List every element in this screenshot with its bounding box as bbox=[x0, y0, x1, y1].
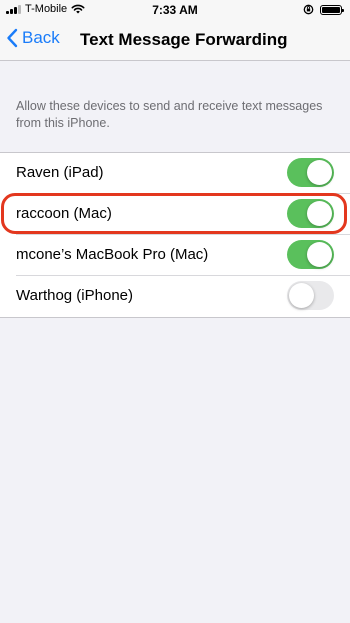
forwarding-toggle-mcone-macbook[interactable] bbox=[287, 240, 334, 269]
toggle-knob bbox=[307, 201, 332, 226]
list-item-warthog: Warthog (iPhone) bbox=[0, 276, 350, 317]
orientation-lock-icon bbox=[303, 4, 314, 15]
forwarding-toggle-warthog[interactable] bbox=[287, 281, 334, 310]
device-label: raccoon (Mac) bbox=[16, 205, 112, 222]
list-item-raven: Raven (iPad) bbox=[0, 153, 350, 194]
clock: 7:33 AM bbox=[152, 3, 198, 17]
forwarding-toggle-raccoon[interactable] bbox=[287, 199, 334, 228]
chevron-left-icon bbox=[7, 28, 18, 48]
page-title: Text Message Forwarding bbox=[80, 30, 288, 49]
toggle-knob bbox=[289, 283, 314, 308]
forwarding-toggle-raven[interactable] bbox=[287, 158, 334, 187]
list-item-raccoon: raccoon (Mac) bbox=[0, 194, 350, 235]
status-right bbox=[303, 4, 344, 15]
device-label: Warthog (iPhone) bbox=[16, 287, 133, 304]
toggle-knob bbox=[307, 160, 332, 185]
status-bar: T-Mobile 7:33 AM bbox=[0, 0, 350, 20]
back-button[interactable]: Back bbox=[6, 28, 60, 48]
list-item-mcone-macbook: mcone’s MacBook Pro (Mac) bbox=[0, 235, 350, 276]
battery-icon bbox=[320, 4, 344, 15]
toggle-knob bbox=[307, 242, 332, 267]
navigation-bar: Back Text Message Forwarding bbox=[0, 20, 350, 61]
back-label: Back bbox=[22, 28, 60, 47]
device-list: Raven (iPad) raccoon (Mac) mcone’s MacBo… bbox=[0, 152, 350, 318]
device-label: Raven (iPad) bbox=[16, 164, 104, 181]
device-label: mcone’s MacBook Pro (Mac) bbox=[16, 246, 209, 263]
section-description: Allow these devices to send and receive … bbox=[16, 99, 323, 130]
